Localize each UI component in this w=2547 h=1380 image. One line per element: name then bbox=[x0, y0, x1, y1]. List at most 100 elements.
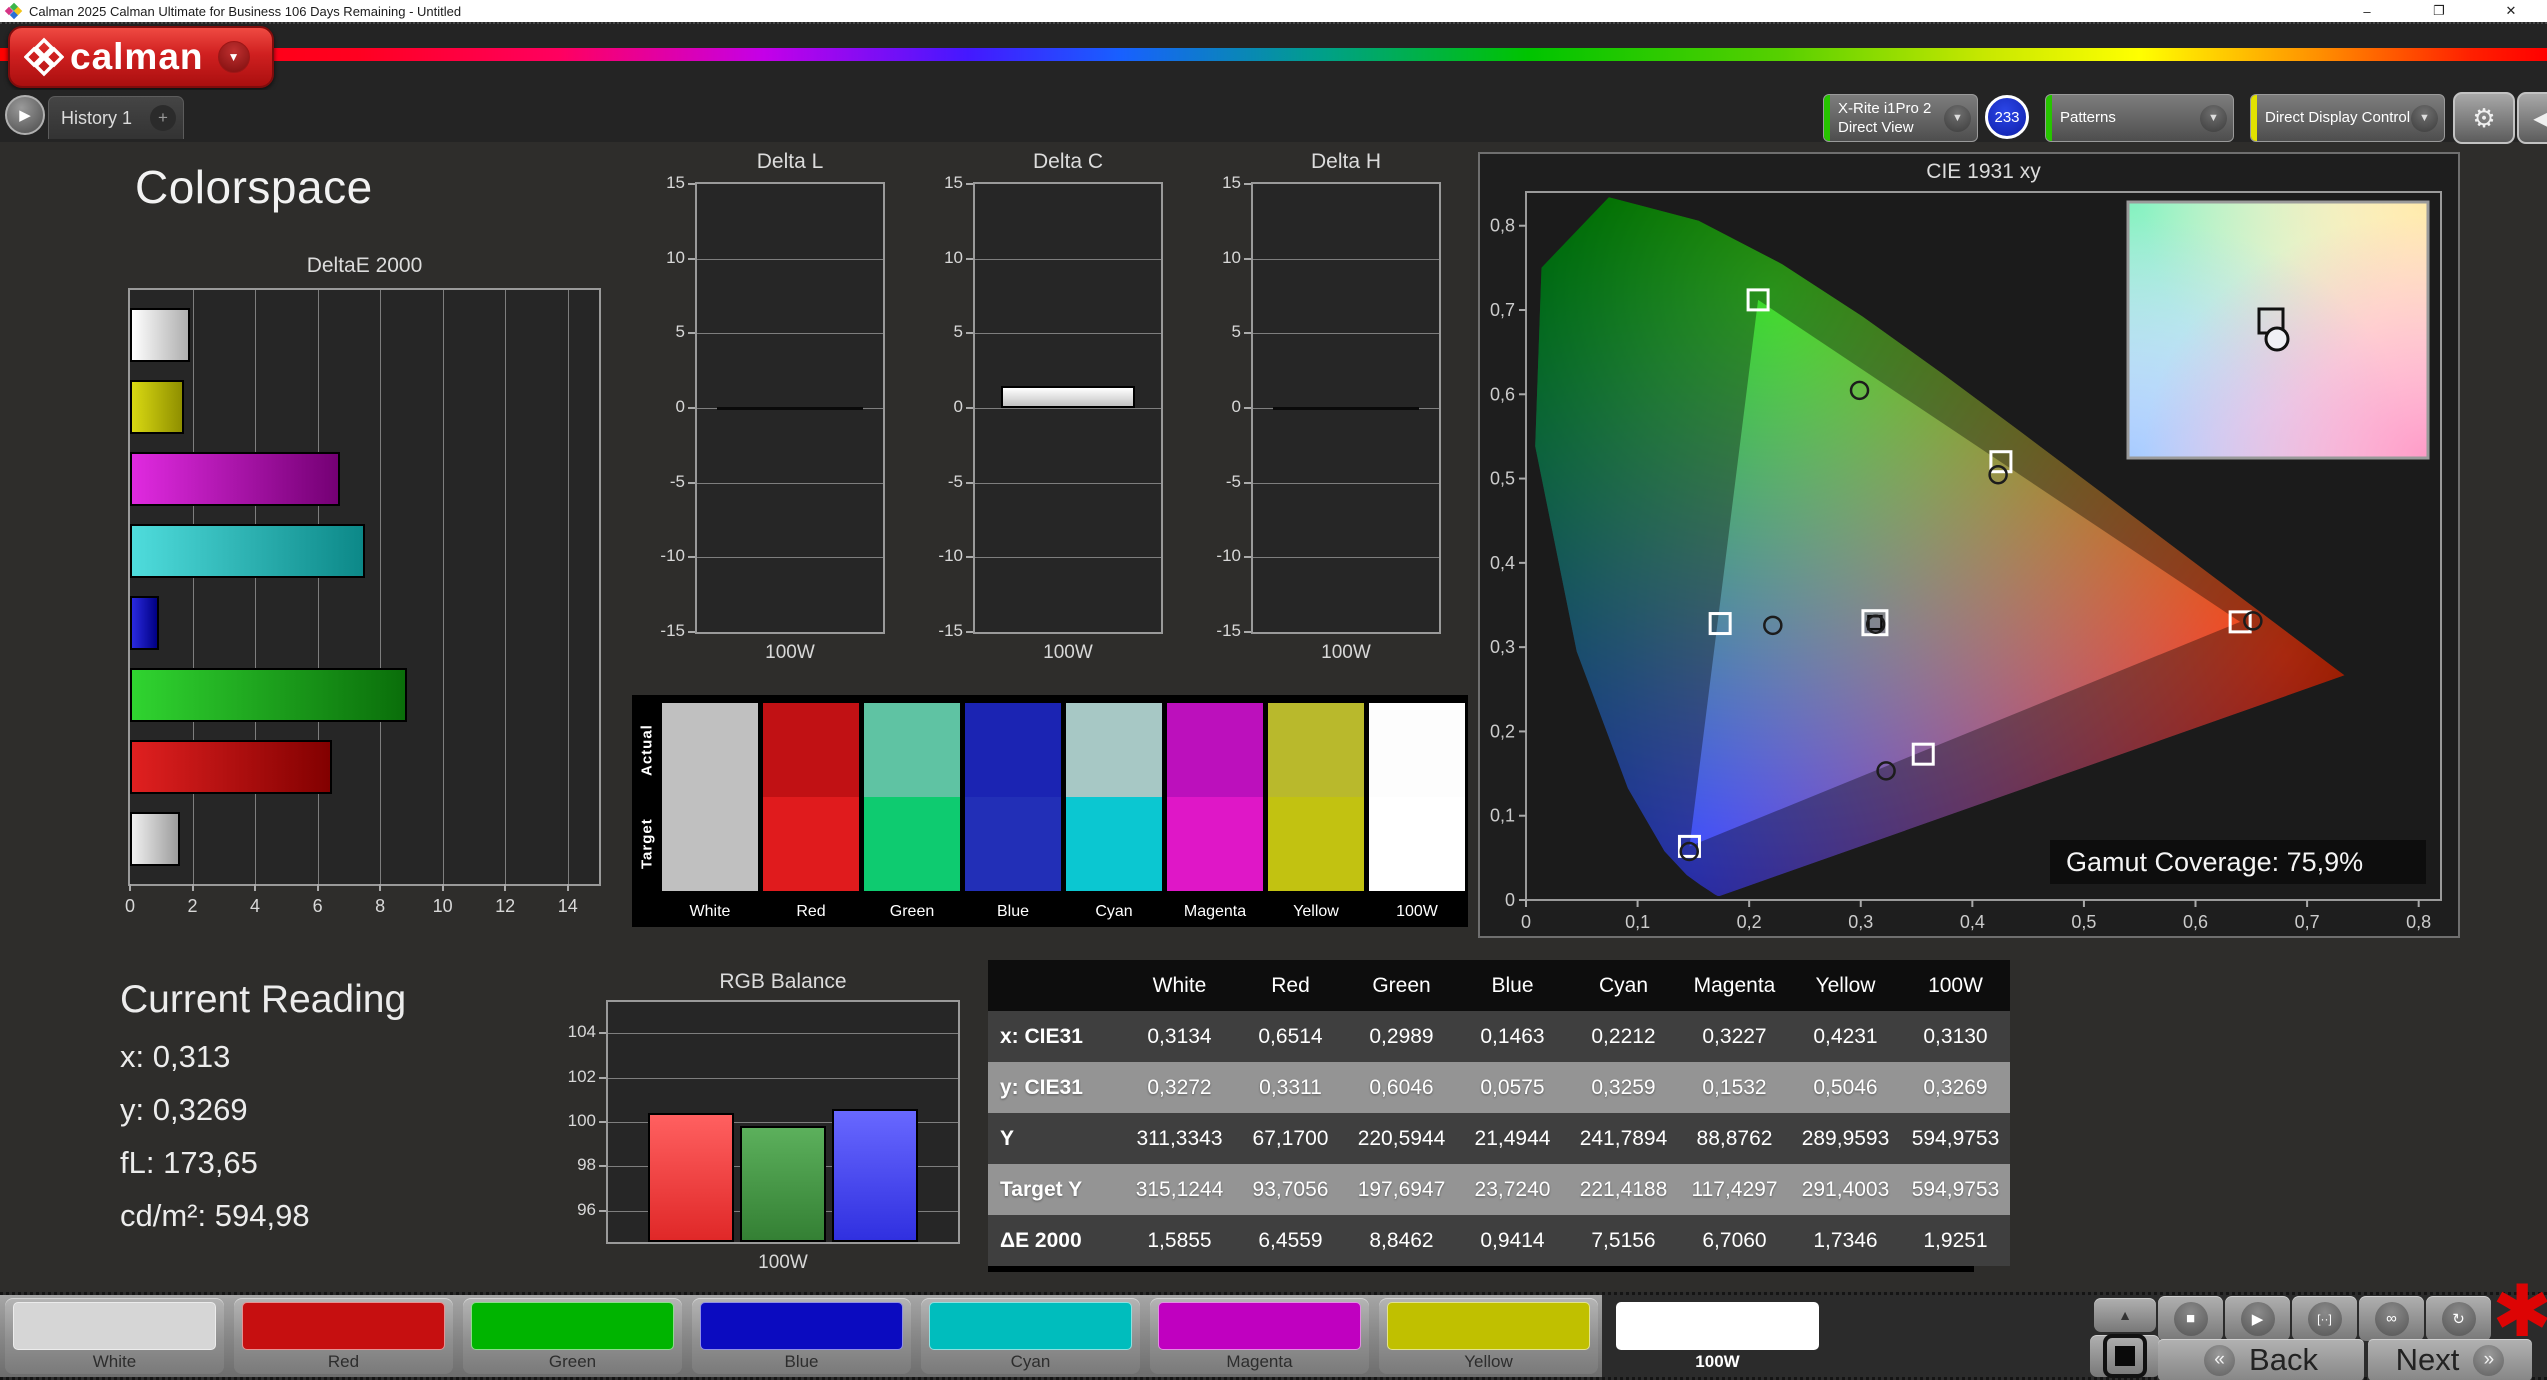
swatch-label: Green bbox=[889, 903, 935, 920]
table-cell: 67,1700 bbox=[1235, 1113, 1346, 1164]
stop-icon: ■ bbox=[2173, 1301, 2208, 1336]
patterns-dropdown[interactable]: Patterns ▼ bbox=[2045, 94, 2234, 142]
y-axis-tick bbox=[1244, 407, 1251, 409]
calman-menu-button[interactable]: calman ▼ bbox=[8, 26, 274, 88]
y-axis-tick bbox=[1244, 481, 1251, 484]
chevron-down-icon: ▼ bbox=[2200, 104, 2227, 132]
table-cell: 0,3134 bbox=[1124, 1011, 1235, 1062]
table-header-Cyan: Cyan bbox=[1568, 960, 1679, 1011]
deltae-bar-blue bbox=[130, 596, 160, 650]
back-button[interactable]: « Back bbox=[2158, 1339, 2364, 1380]
y-axis-label: -5 bbox=[947, 471, 963, 491]
x-axis-tick bbox=[379, 884, 382, 891]
chevron-down-icon: ▼ bbox=[1944, 104, 1971, 132]
y-axis-tick bbox=[966, 332, 973, 335]
y-axis-label: 5 bbox=[1231, 322, 1241, 342]
stop-button[interactable]: ■ bbox=[2158, 1296, 2223, 1341]
table-cell: 311,3343 bbox=[1124, 1113, 1235, 1164]
y-axis-label: 10 bbox=[666, 247, 685, 267]
svg-text:0,7: 0,7 bbox=[1490, 300, 1515, 320]
chevrons-left-icon: « bbox=[2204, 1344, 2236, 1376]
delta-h-title: Delta H bbox=[1310, 150, 1382, 173]
table-cell: 220,5944 bbox=[1346, 1113, 1457, 1164]
deltae-bar-white bbox=[130, 812, 180, 866]
table-row: ΔE 2000 1,5855 6,4559 8,8462 0,9414 7,5156 6,7… bbox=[988, 1215, 2010, 1266]
pattern-button-cyan[interactable]: Cyan bbox=[921, 1298, 1140, 1374]
table-cell: 21,4944 bbox=[1457, 1113, 1568, 1164]
pattern-button-red[interactable]: Red bbox=[234, 1298, 453, 1374]
pattern-button-100w[interactable]: 100W bbox=[1608, 1298, 1827, 1374]
chevron-left-icon: ◀ bbox=[2533, 107, 2547, 130]
meter-dropdown[interactable]: X-Rite i1Pro 2 Direct View ▼ bbox=[1823, 94, 1978, 142]
y-axis-tick bbox=[599, 1032, 606, 1035]
settings-button[interactable]: ⚙ bbox=[2453, 92, 2515, 144]
gear-icon: ⚙ bbox=[2472, 102, 2496, 133]
add-tab-button[interactable]: + bbox=[143, 96, 184, 139]
minimize-button[interactable]: – bbox=[2331, 0, 2403, 22]
display-control-dropdown[interactable]: Direct Display Control ▼ bbox=[2250, 94, 2445, 142]
pattern-button-magenta[interactable]: Magenta bbox=[1150, 1298, 1369, 1374]
rgb-bar-blue bbox=[832, 1108, 918, 1242]
pattern-swatch bbox=[242, 1302, 445, 1350]
pattern-button-green[interactable]: Green bbox=[463, 1298, 682, 1374]
pattern-button-yellow[interactable]: Yellow bbox=[1379, 1298, 1598, 1374]
y-axis-label: -10 bbox=[1216, 546, 1241, 566]
range-button[interactable]: [··] bbox=[2292, 1296, 2357, 1341]
y-axis-tick bbox=[599, 1209, 606, 1212]
meter-count-badge[interactable]: 233 bbox=[1985, 95, 2029, 139]
svg-text:0: 0 bbox=[1521, 912, 1531, 932]
reading-cdm2: cd/m²: 594,98 bbox=[120, 1198, 310, 1233]
x-axis-label: 14 bbox=[557, 896, 578, 916]
rainbow-strip bbox=[0, 48, 2547, 61]
row-label: x: CIE31 bbox=[988, 1011, 1124, 1062]
refresh-button[interactable]: ↻ bbox=[2426, 1296, 2491, 1341]
table-cell: 0,2212 bbox=[1568, 1011, 1679, 1062]
y-axis-tick bbox=[688, 481, 695, 484]
table-cell: 0,0575 bbox=[1457, 1062, 1568, 1113]
actual-target-swatch-panel: Actual Target White Red Green Blue Cyan Magen… bbox=[632, 695, 1468, 927]
table-header-Green: Green bbox=[1346, 960, 1457, 1011]
gridline bbox=[192, 290, 194, 884]
y-axis-label: 15 bbox=[944, 173, 963, 192]
close-button[interactable]: ✕ bbox=[2475, 0, 2547, 22]
window-title: Calman 2025 Calman Ultimate for Business… bbox=[29, 3, 462, 19]
table-cell: 0,3272 bbox=[1124, 1062, 1235, 1113]
table-cell: 23,7240 bbox=[1457, 1164, 1568, 1215]
pattern-button-label: Cyan bbox=[1010, 1352, 1051, 1371]
actual-swatch bbox=[1369, 703, 1465, 797]
restore-button[interactable]: ❐ bbox=[2403, 0, 2475, 22]
x-axis-label: 8 bbox=[375, 896, 386, 916]
table-cell: 0,2989 bbox=[1346, 1011, 1457, 1062]
table-cell: 0,1463 bbox=[1457, 1011, 1568, 1062]
refresh-icon: ↻ bbox=[2441, 1301, 2476, 1336]
window-pattern-button[interactable] bbox=[2090, 1334, 2160, 1378]
table-cell: 7,5156 bbox=[1568, 1215, 1679, 1266]
pattern-button-blue[interactable]: Blue bbox=[692, 1298, 911, 1374]
tab-history-1[interactable]: History 1 bbox=[48, 96, 145, 139]
gridline bbox=[697, 482, 883, 484]
deltae-bar-magenta bbox=[130, 452, 340, 506]
table-cell: 221,4188 bbox=[1568, 1164, 1679, 1215]
pattern-list-up-button[interactable]: ▲ bbox=[2094, 1298, 2156, 1332]
table-row: Target Y 315,1244 93,7056 197,6947 23,7240 22… bbox=[988, 1164, 2010, 1215]
actual-swatch bbox=[662, 703, 758, 797]
collapse-panel-button[interactable]: ◀ bbox=[2517, 92, 2547, 144]
table-header-Blue: Blue bbox=[1457, 960, 1568, 1011]
table-cell: 0,9414 bbox=[1457, 1215, 1568, 1266]
reading-x: x: 0,313 bbox=[120, 1039, 231, 1074]
meter-status-accent bbox=[1824, 95, 1830, 141]
deltae-bar-100w bbox=[130, 308, 191, 362]
table-cell: 291,4003 bbox=[1790, 1164, 1901, 1215]
y-axis-tick bbox=[599, 1165, 606, 1168]
play-button[interactable]: ▶ bbox=[2225, 1296, 2290, 1341]
chevron-down-icon[interactable]: ▼ bbox=[217, 41, 250, 73]
x-axis-label: 100W bbox=[758, 1252, 808, 1273]
tab-scroll-button[interactable]: ▶ bbox=[5, 95, 45, 135]
title-bar: Calman 2025 Calman Ultimate for Business… bbox=[0, 0, 2547, 22]
y-axis-label: -10 bbox=[660, 546, 685, 566]
pattern-button-white[interactable]: White bbox=[5, 1298, 224, 1374]
loop-button[interactable]: ∞ bbox=[2359, 1296, 2424, 1341]
table-cell: 0,1532 bbox=[1679, 1062, 1790, 1113]
delta-bar bbox=[1001, 385, 1135, 408]
svg-text:0,1: 0,1 bbox=[1490, 806, 1515, 826]
